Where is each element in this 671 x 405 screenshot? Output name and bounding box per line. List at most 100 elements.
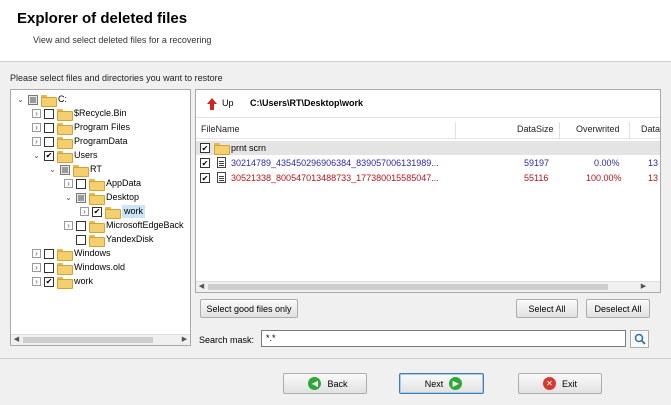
- tree-item-label: MicrosoftEdgeBack: [106, 220, 184, 230]
- tree-item-label: work: [122, 205, 146, 218]
- tree-horizontal-scrollbar[interactable]: ◀ ▶: [11, 334, 190, 345]
- tree-checkbox[interactable]: [92, 206, 102, 217]
- search-mask-input[interactable]: *.*: [261, 330, 626, 347]
- folder-icon: [89, 234, 105, 247]
- tree-item-recycle-bin[interactable]: › $Recycle.Bin: [32, 107, 127, 121]
- tree-checkbox[interactable]: [28, 94, 38, 105]
- chevron-right-icon[interactable]: ›: [32, 109, 41, 118]
- path-toolbar: Up C:\Users\RT\Desktop\work: [196, 90, 660, 118]
- next-label: Next: [424, 378, 444, 389]
- chevron-right-icon[interactable]: ›: [80, 207, 89, 216]
- tree-item-desktop[interactable]: ⌄ Desktop: [64, 191, 140, 205]
- tree-checkbox[interactable]: [44, 248, 54, 259]
- column-header-datasize[interactable]: DataSize: [517, 122, 554, 137]
- scrollbar-thumb[interactable]: [208, 284, 608, 290]
- chevron-right-icon[interactable]: ›: [32, 249, 41, 258]
- chevron-right-icon[interactable]: ›: [32, 137, 41, 146]
- search-button[interactable]: [630, 330, 649, 348]
- folder-icon: [57, 150, 73, 163]
- header-divider: [196, 138, 660, 139]
- scrollbar-thumb[interactable]: [23, 337, 153, 343]
- chevron-down-icon[interactable]: ⌄: [48, 165, 57, 174]
- folder-icon: [57, 136, 73, 149]
- chevron-down-icon[interactable]: ⌄: [16, 95, 25, 104]
- tree-item-label: RT: [90, 164, 102, 174]
- tree-checkbox[interactable]: [76, 220, 86, 231]
- chevron-right-icon[interactable]: ›: [32, 277, 41, 286]
- current-path: C:\Users\RT\Desktop\work: [250, 98, 364, 108]
- tree-item-appdata[interactable]: › AppData: [64, 177, 141, 191]
- tree-item-label: Windows.old: [74, 262, 126, 272]
- select-good-files-button[interactable]: Select good files only: [200, 299, 298, 318]
- folder-icon: [57, 276, 73, 289]
- tree-item-yandexdisk[interactable]: YandexDisk: [76, 233, 153, 247]
- tree-item-work[interactable]: › work: [32, 275, 93, 289]
- arrow-left-icon: ◀: [308, 377, 322, 390]
- exit-button[interactable]: ✕ Exit: [518, 373, 602, 394]
- tree-item-windows[interactable]: › Windows: [32, 247, 111, 261]
- tree-item-label: Windows: [74, 248, 111, 258]
- page-subtitle: View and select deleted files for a reco…: [33, 35, 212, 45]
- next-button[interactable]: Next ▶: [399, 373, 484, 394]
- column-header-date[interactable]: Data: [641, 122, 660, 137]
- back-button[interactable]: ◀ Back: [283, 373, 367, 394]
- scroll-left-icon[interactable]: ◀: [196, 282, 207, 292]
- tree-item-label: ProgramData: [74, 136, 128, 146]
- select-all-button[interactable]: Select All: [516, 299, 578, 318]
- tree-item-label: C:: [58, 94, 67, 104]
- column-header-overwrited[interactable]: Overwrited: [576, 122, 620, 137]
- row-checkbox[interactable]: [200, 143, 210, 153]
- exit-icon: ✕: [542, 377, 556, 390]
- row-checkbox[interactable]: [200, 158, 210, 168]
- file-icon: [217, 172, 226, 183]
- row-checkbox[interactable]: [200, 173, 210, 183]
- scroll-right-icon[interactable]: ▶: [179, 335, 190, 345]
- chevron-down-icon[interactable]: ⌄: [32, 151, 41, 160]
- tree-checkbox[interactable]: [44, 276, 54, 287]
- tree-item-users[interactable]: ⌄ Users: [32, 149, 98, 163]
- folder-tree[interactable]: ⌄ C: › $Recycle.Bin › Program Files › Pr…: [10, 89, 191, 346]
- up-arrow-icon[interactable]: [207, 98, 217, 110]
- tree-item-windows-old[interactable]: › Windows.old: [32, 261, 126, 275]
- tree-item-programdata[interactable]: › ProgramData: [32, 135, 128, 149]
- scroll-right-icon[interactable]: ▶: [638, 282, 649, 292]
- tree-checkbox[interactable]: [44, 262, 54, 273]
- file-name: 30214789_435450296906384_839057006131989…: [231, 158, 439, 168]
- chevron-right-icon[interactable]: ›: [64, 179, 73, 188]
- folder-icon: [57, 108, 73, 121]
- deselect-all-button[interactable]: Deselect All: [586, 299, 650, 318]
- file-icon: [217, 157, 226, 168]
- chevron-right-icon[interactable]: ›: [64, 221, 73, 230]
- chevron-right-icon[interactable]: ›: [32, 263, 41, 272]
- file-row[interactable]: 30521338_800547013488733_177380015585047…: [196, 171, 660, 185]
- file-size: 55116: [524, 173, 549, 183]
- column-header-filename[interactable]: FileName: [201, 122, 240, 137]
- tree-checkbox[interactable]: [76, 234, 86, 245]
- file-row-folder[interactable]: prnt scrn: [196, 141, 660, 155]
- tree-checkbox[interactable]: [60, 164, 70, 175]
- file-overwrited: 100.00%: [586, 173, 622, 183]
- scroll-left-icon[interactable]: ◀: [11, 335, 22, 345]
- tree-checkbox[interactable]: [44, 108, 54, 119]
- tree-checkbox[interactable]: [44, 122, 54, 133]
- file-size: 59197: [524, 158, 550, 168]
- file-name: prnt scrn: [231, 143, 267, 153]
- chevron-down-icon[interactable]: ⌄: [64, 193, 73, 202]
- files-horizontal-scrollbar[interactable]: ◀ ▶: [196, 281, 660, 292]
- tree-item-rt[interactable]: ⌄ RT: [48, 163, 102, 177]
- folder-icon: [89, 220, 105, 233]
- tree-item-label: Desktop: [106, 192, 140, 202]
- file-overwrited: 0.00%: [594, 158, 620, 168]
- tree-checkbox[interactable]: [76, 178, 86, 189]
- file-row[interactable]: 30214789_435450296906384_839057006131989…: [196, 156, 660, 170]
- tree-checkbox[interactable]: [44, 136, 54, 147]
- tree-item-work-selected[interactable]: › work: [80, 205, 146, 219]
- chevron-right-icon[interactable]: ›: [32, 123, 41, 132]
- tree-item-microsoftedgeback[interactable]: › MicrosoftEdgeBack: [64, 219, 184, 233]
- tree-item-program-files[interactable]: › Program Files: [32, 121, 130, 135]
- tree-checkbox[interactable]: [44, 150, 54, 161]
- page-title: Explorer of deleted files: [17, 10, 188, 27]
- tree-checkbox[interactable]: [76, 192, 86, 203]
- up-button[interactable]: Up: [222, 98, 234, 108]
- tree-item-c-drive[interactable]: ⌄ C:: [16, 93, 67, 107]
